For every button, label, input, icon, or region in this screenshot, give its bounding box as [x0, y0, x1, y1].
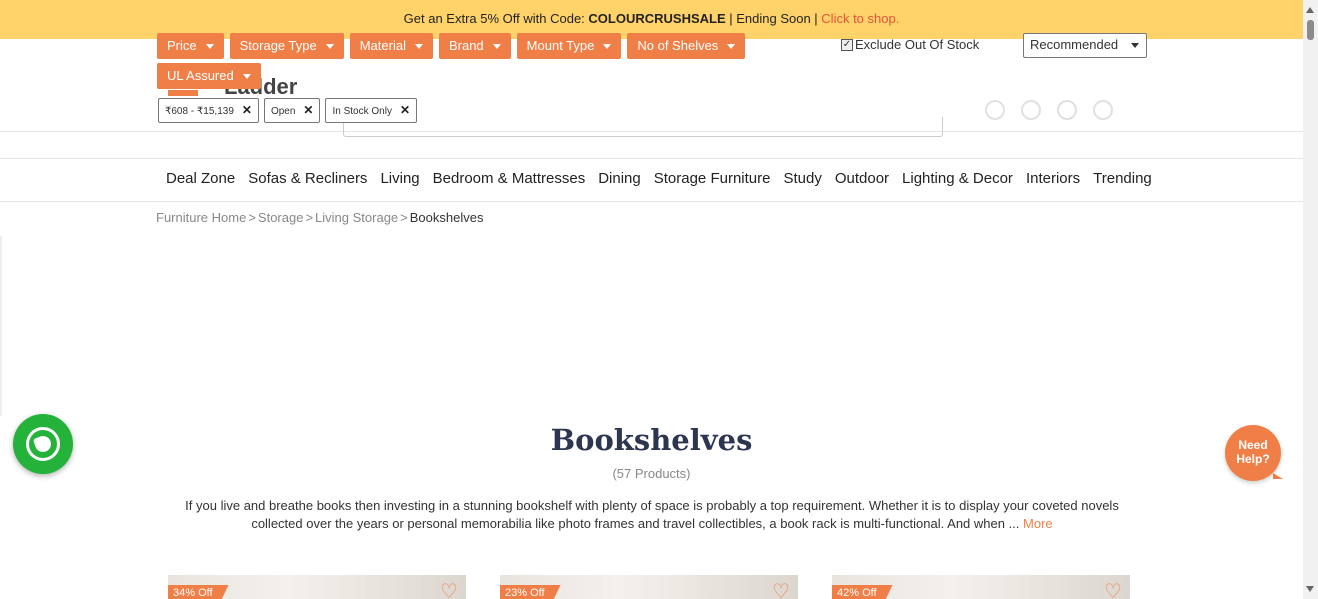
search-icon[interactable] — [1021, 100, 1041, 120]
scroll-down-arrow[interactable] — [1306, 586, 1314, 592]
promo-code: COLOURCRUSHSALE — [588, 11, 726, 26]
promo-middle: | Ending Soon | — [725, 11, 822, 26]
close-icon[interactable]: ✕ — [400, 103, 410, 117]
heart-icon[interactable]: ♡ — [772, 582, 790, 599]
location-icon[interactable] — [985, 100, 1005, 120]
nav-outdoor[interactable]: Outdoor — [835, 170, 889, 187]
chevron-down-icon — [205, 44, 214, 50]
scrollbar[interactable] — [1303, 0, 1318, 599]
chevron-down-icon — [414, 44, 423, 50]
chevron-down-icon — [242, 74, 251, 80]
need-help-line1: Need — [1238, 438, 1268, 452]
sort-select[interactable]: Recommended — [1023, 33, 1147, 58]
applied-filters: ₹608 - ₹15,139 ✕ Open ✕ In Stock Only ✕ — [158, 98, 422, 123]
scroll-thumb[interactable] — [1307, 20, 1314, 40]
whatsapp-button[interactable] — [13, 414, 73, 474]
filter-ul-assured[interactable]: UL Assured — [157, 63, 261, 89]
exclude-out-of-stock[interactable]: ✓ Exclude Out Of Stock — [841, 37, 979, 52]
close-icon[interactable]: ✕ — [242, 103, 252, 117]
nav-storage-furniture[interactable]: Storage Furniture — [654, 170, 771, 187]
filter-material[interactable]: Material — [349, 33, 433, 59]
filter-bar: Price Storage Type Material Brand Mount Type… — [157, 33, 797, 93]
header-icons — [985, 100, 1145, 130]
breadcrumb-living-storage[interactable]: Living Storage — [315, 210, 398, 225]
filter-price[interactable]: Price — [157, 33, 224, 59]
breadcrumb-storage[interactable]: Storage — [258, 210, 304, 225]
filter-mount-type[interactable]: Mount Type — [516, 33, 622, 59]
cart-icon[interactable] — [1093, 100, 1113, 120]
heart-icon[interactable]: ♡ — [1104, 582, 1122, 599]
breadcrumb: Furniture Home > Storage > Living Storage > Bo… — [156, 210, 484, 225]
need-help-line2: Help? — [1236, 452, 1270, 466]
chevron-down-icon — [325, 44, 334, 50]
search-input[interactable] — [343, 117, 943, 137]
chevron-down-icon — [603, 44, 612, 50]
nav-interiors[interactable]: Interiors — [1026, 170, 1080, 187]
nav-bedroom-mattresses[interactable]: Bedroom & Mattresses — [433, 170, 586, 187]
divider — [0, 236, 2, 416]
scroll-up-arrow[interactable] — [1306, 7, 1314, 13]
category-description: If you live and breathe books then inves… — [185, 498, 1119, 531]
product-card[interactable]: 34% Off ♡ — [168, 575, 466, 599]
promo-shop-link[interactable]: Click to shop. — [821, 11, 899, 26]
discount-badge: 34% Off — [168, 585, 229, 599]
exclude-label: Exclude Out Of Stock — [855, 37, 980, 52]
applied-filter-in-stock: In Stock Only ✕ — [325, 98, 418, 123]
product-card[interactable]: 42% Off ♡ — [832, 575, 1130, 599]
exclude-checkbox[interactable]: ✓ — [841, 38, 853, 51]
chevron-down-icon — [492, 44, 501, 50]
nav-dining[interactable]: Dining — [598, 170, 641, 187]
more-link[interactable]: More — [1023, 516, 1053, 531]
product-card[interactable]: 23% Off ♡ — [500, 575, 798, 599]
sort-value: Recommended — [1030, 37, 1119, 52]
need-help-button[interactable]: Need Help? — [1225, 425, 1283, 481]
applied-filter-price: ₹608 - ₹15,139 ✕ — [158, 98, 259, 123]
filter-brand[interactable]: Brand — [438, 33, 511, 59]
nav-sofas-recliners[interactable]: Sofas & Recliners — [248, 170, 367, 187]
nav-living[interactable]: Living — [380, 170, 419, 187]
product-count: (57 Products) — [612, 466, 691, 481]
discount-badge: 23% Off — [500, 585, 561, 599]
filter-no-of-shelves[interactable]: No of Shelves — [627, 33, 746, 59]
page-title: Bookshelves — [550, 423, 753, 457]
breadcrumb-current: Bookshelves — [409, 210, 484, 225]
nav-deal-zone[interactable]: Deal Zone — [166, 170, 235, 187]
filter-storage-type[interactable]: Storage Type — [229, 33, 344, 59]
discount-badge: 42% Off — [832, 585, 893, 599]
main-nav: Deal Zone Sofas & Recliners Living Bedro… — [0, 158, 1303, 202]
close-icon[interactable]: ✕ — [303, 103, 313, 117]
chevron-down-icon — [1131, 43, 1139, 48]
chevron-down-icon — [727, 44, 736, 50]
nav-lighting-decor[interactable]: Lighting & Decor — [902, 170, 1013, 187]
applied-filter-open: Open ✕ — [263, 98, 321, 123]
nav-trending[interactable]: Trending — [1093, 170, 1152, 187]
wishlist-icon[interactable] — [1057, 100, 1077, 120]
nav-study[interactable]: Study — [783, 170, 821, 187]
breadcrumb-furniture-home[interactable]: Furniture Home — [156, 210, 246, 225]
promo-prefix: Get an Extra 5% Off with Code: — [403, 11, 589, 26]
heart-icon[interactable]: ♡ — [440, 582, 458, 599]
